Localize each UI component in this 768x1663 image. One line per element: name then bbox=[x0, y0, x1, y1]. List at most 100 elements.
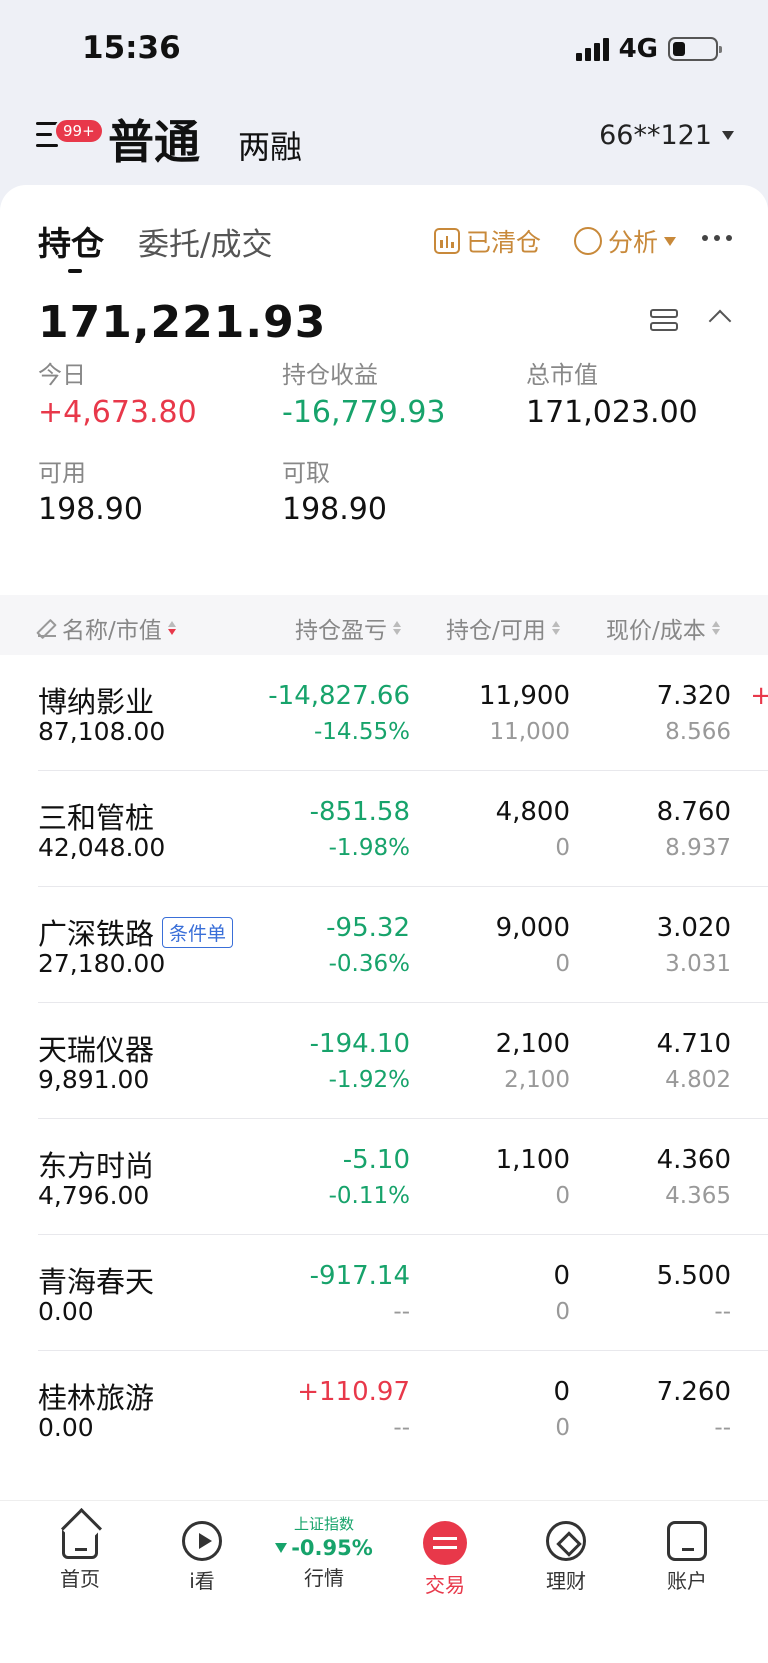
position-pl: -5.10 bbox=[342, 1145, 410, 1175]
position-pl-pct: -0.36% bbox=[328, 951, 410, 977]
nav-finance[interactable]: 理财 bbox=[511, 1513, 621, 1594]
position-pl-pct: -0.11% bbox=[328, 1183, 410, 1209]
nav-market[interactable]: 上证指数 -0.95% 行情 bbox=[269, 1513, 379, 1591]
position-pl-pct: -14.55% bbox=[314, 719, 410, 745]
market-value: 9,891.00 bbox=[38, 1065, 150, 1094]
sort-icon bbox=[551, 621, 560, 635]
column-pl[interactable]: 持仓盈亏 bbox=[295, 611, 401, 645]
column-hold-label: 持仓/可用 bbox=[446, 618, 546, 644]
stock-name: 青海春天 bbox=[38, 1265, 155, 1299]
total-assets: 171,221.93 bbox=[38, 297, 327, 348]
nav-watch[interactable]: i看 bbox=[147, 1513, 257, 1594]
column-hold[interactable]: 持仓/可用 bbox=[446, 611, 560, 645]
cost-price: 8.937 bbox=[665, 835, 731, 861]
withdrawable-label: 可取 bbox=[282, 459, 330, 487]
layout-toggle-icon[interactable] bbox=[650, 309, 678, 333]
nav-trade[interactable]: 交易 bbox=[390, 1513, 500, 1598]
current-price: 4.710 bbox=[656, 1029, 731, 1059]
bar-chart-icon bbox=[434, 228, 460, 254]
account-type-normal[interactable]: 普通 bbox=[108, 106, 200, 172]
down-triangle-icon bbox=[275, 1543, 288, 1553]
position-pl-pct: -1.92% bbox=[328, 1067, 410, 1093]
table-row[interactable]: 青海春天 0.00 -917.14 -- 0 0 5.500 -- bbox=[0, 1235, 768, 1351]
play-icon bbox=[182, 1521, 222, 1561]
account-icon bbox=[667, 1521, 707, 1561]
nav-account[interactable]: 账户 bbox=[632, 1513, 742, 1594]
table-row[interactable]: 三和管桩 42,048.00 -851.58 -1.98% 4,800 0 8.… bbox=[0, 771, 768, 887]
holding-qty: 1,100 bbox=[495, 1145, 570, 1175]
nav-account-label: 账户 bbox=[667, 1569, 707, 1593]
position-pl-value: -16,779.93 bbox=[282, 395, 446, 430]
more-icon[interactable] bbox=[702, 235, 732, 241]
account-selector[interactable]: 66**121 bbox=[599, 120, 734, 151]
cost-price: -- bbox=[714, 1299, 731, 1325]
trade-icon bbox=[423, 1521, 467, 1565]
table-row[interactable]: 东方时尚 4,796.00 -5.10 -0.11% 1,100 0 4.360… bbox=[0, 1119, 768, 1235]
stock-name-cell: 广深铁路 条件单 bbox=[38, 911, 234, 953]
stock-name: 东方时尚 bbox=[38, 1149, 155, 1183]
current-price: 8.760 bbox=[656, 797, 731, 827]
holding-qty: 2,100 bbox=[495, 1029, 570, 1059]
cleared-label: 已清仓 bbox=[466, 228, 542, 257]
holdings-card: 持仓 委托/成交 已清仓 分析 171,221.93 今日 +4,673.80 … bbox=[0, 185, 768, 1500]
finance-icon bbox=[546, 1521, 586, 1561]
account-number: 66**121 bbox=[599, 120, 712, 151]
current-price: 7.320 bbox=[656, 681, 731, 711]
market-value: 42,048.00 bbox=[38, 833, 166, 862]
available-qty: 11,000 bbox=[489, 719, 570, 745]
nav-home-label: 首页 bbox=[60, 1567, 100, 1591]
header: 99+ 普通 两融 66**121 bbox=[0, 100, 768, 185]
edit-icon bbox=[38, 619, 56, 637]
stock-name-cell: 东方时尚 bbox=[38, 1143, 154, 1185]
today-value: +4,673.80 bbox=[38, 395, 197, 430]
analysis-button[interactable]: 分析 bbox=[574, 223, 677, 259]
column-name[interactable]: 名称/市值 bbox=[38, 611, 176, 645]
status-bar: 15:36 4G bbox=[0, 0, 768, 100]
current-price: 5.500 bbox=[656, 1261, 731, 1291]
table-row[interactable]: 博纳影业 87,108.00 -14,827.66 -14.55% 11,900… bbox=[0, 655, 768, 771]
stock-name-cell: 青海春天 bbox=[38, 1259, 154, 1301]
column-price[interactable]: 现价/成本 bbox=[606, 611, 720, 645]
market-value: 27,180.00 bbox=[38, 949, 166, 978]
table-row[interactable]: 广深铁路 条件单 27,180.00 -95.32 -0.36% 9,000 0… bbox=[0, 887, 768, 1003]
trend-icon bbox=[574, 227, 602, 255]
market-index-change: -0.95% bbox=[269, 1536, 379, 1560]
position-pl: -851.58 bbox=[309, 797, 410, 827]
column-name-label: 名称/市值 bbox=[62, 618, 162, 644]
stock-name: 三和管桩 bbox=[38, 801, 155, 835]
cleared-positions-button[interactable]: 已清仓 bbox=[434, 223, 541, 259]
status-time: 15:36 bbox=[82, 30, 181, 66]
position-pl-pct: -- bbox=[393, 1415, 410, 1441]
current-price: 7.260 bbox=[656, 1377, 731, 1407]
analysis-label: 分析 bbox=[608, 228, 659, 257]
available-qty: 2,100 bbox=[504, 1067, 570, 1093]
nav-home[interactable]: 首页 bbox=[25, 1513, 135, 1592]
home-icon bbox=[62, 1525, 98, 1559]
available-value: 198.90 bbox=[38, 492, 143, 527]
account-type-margin[interactable]: 两融 bbox=[238, 122, 302, 168]
overflow-column: + bbox=[750, 681, 768, 711]
holding-qty: 0 bbox=[553, 1261, 570, 1291]
nav-market-label: 行情 bbox=[304, 1566, 344, 1590]
table-row[interactable]: 桂林旅游 0.00 +110.97 -- 0 0 7.260 -- bbox=[0, 1351, 768, 1467]
chevron-down-icon bbox=[722, 131, 734, 140]
nav-trade-label: 交易 bbox=[425, 1573, 465, 1597]
market-value-label: 总市值 bbox=[526, 361, 598, 389]
position-pl: -917.14 bbox=[309, 1261, 410, 1291]
signal-icon bbox=[575, 37, 609, 61]
position-pl-pct: -- bbox=[393, 1299, 410, 1325]
cost-price: 3.031 bbox=[665, 951, 731, 977]
market-index-name: 上证指数 bbox=[293, 1515, 354, 1533]
table-row[interactable]: 天瑞仪器 9,891.00 -194.10 -1.92% 2,100 2,100… bbox=[0, 1003, 768, 1119]
position-pl: +110.97 bbox=[297, 1377, 410, 1407]
tab-holdings[interactable]: 持仓 bbox=[38, 217, 104, 265]
holding-qty: 11,900 bbox=[479, 681, 570, 711]
chevron-up-icon[interactable] bbox=[708, 309, 732, 333]
holding-qty: 4,800 bbox=[495, 797, 570, 827]
tab-orders[interactable]: 委托/成交 bbox=[138, 219, 272, 264]
conditional-order-tag[interactable]: 条件单 bbox=[162, 916, 234, 948]
market-value: 4,796.00 bbox=[38, 1181, 150, 1210]
cost-price: 8.566 bbox=[665, 719, 731, 745]
available-qty: 0 bbox=[555, 1299, 570, 1325]
sort-icon bbox=[393, 621, 401, 635]
